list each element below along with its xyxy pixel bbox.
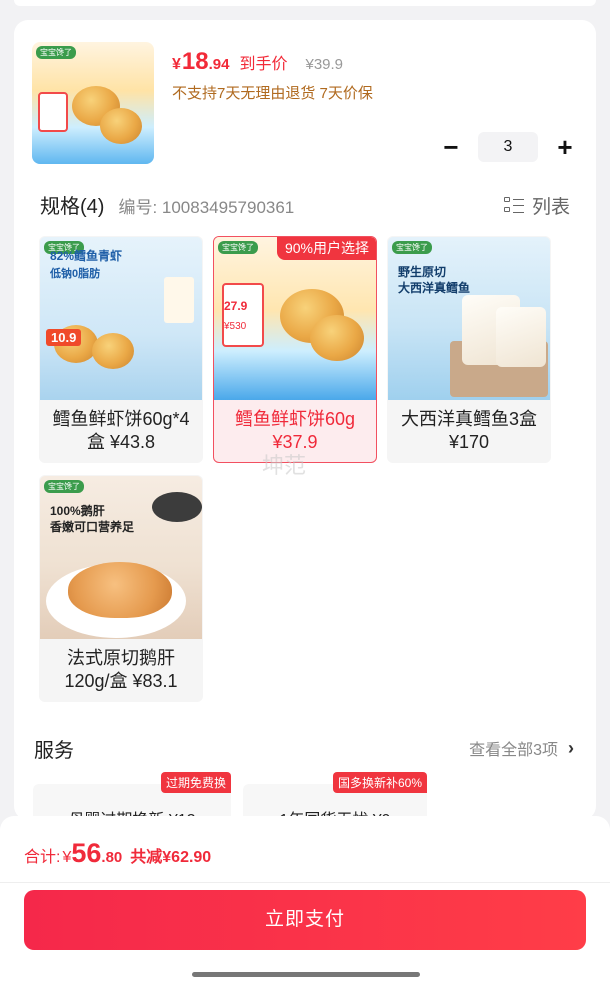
option-label: 大西洋真鳕鱼3盒 ¥170 [400, 409, 537, 452]
list-label: 列表 [531, 197, 570, 218]
sku-selector-card: 宝宝馋了 ¥18.94 到手价 ¥39.9 不支持7天无理由退货 7天价保 − … [14, 20, 596, 820]
final-price: ¥18.94 [172, 48, 230, 75]
spec-title: 规格(4) [40, 196, 105, 218]
home-indicator[interactable] [192, 972, 420, 977]
return-policy: 不支持7天无理由退货 7天价保 [172, 85, 373, 102]
divider [0, 882, 610, 883]
service-option-domestic-warranty[interactable]: 国多换新补60% 1年国货无忧 ¥9 [243, 772, 427, 820]
popular-badge: 90%用户选择 [276, 237, 376, 260]
list-icon [503, 196, 524, 216]
total-saved: 共减¥62.90 [130, 849, 212, 866]
pay-now-button[interactable]: 立即支付 [24, 890, 586, 950]
original-price: ¥39.9 [305, 56, 344, 73]
quantity-stepper: − 3 + [438, 132, 578, 162]
spec-header: 规格(4) 编号: 10083495790361 [40, 190, 294, 219]
decrease-button[interactable]: − [438, 134, 464, 160]
list-view-toggle[interactable]: 列表 [503, 192, 570, 219]
spec-option-cod-shrimp-single[interactable]: 90%用户选择 宝宝馋了 27.9 ¥530 鳕鱼鲜虾饼60g ¥37.9 [213, 236, 377, 463]
option-label: 法式原切鹅肝120g/盒 ¥83.1 [64, 648, 178, 691]
brand-chip: 宝宝馋了 [36, 46, 76, 59]
service-badge: 过期免费换 [160, 772, 231, 793]
spec-option-cod-shrimp-4box[interactable]: 宝宝馋了 82%鳕鱼青虾 低钠0脂肪 10.9 鳕鱼鲜虾饼60g*4盒 ¥43.… [39, 236, 203, 463]
view-all-services[interactable]: 查看全部3项 › [469, 736, 574, 760]
chevron-right-icon: › [568, 737, 574, 758]
service-badge: 国多换新补60% [332, 772, 427, 793]
checkout-bar: 合计: ¥ 56 .80 共减¥62.90 立即支付 [0, 816, 610, 992]
total-label: 合计: [24, 849, 61, 866]
product-thumbnail: 宝宝馋了 [32, 42, 154, 164]
product-code: 编号: 10083495790361 [118, 198, 295, 217]
spec-option-atlantic-cod[interactable]: 宝宝馋了 野生原切 大西洋真鳕鱼 大西洋真鳕鱼3盒 ¥170 [387, 236, 551, 463]
services-title: 服务 [34, 740, 74, 762]
service-option-expiry-renew[interactable]: 过期免费换 母婴过期换新 ¥12 [33, 772, 231, 820]
previous-card-edge [14, 0, 596, 6]
option-image: 宝宝馋了 100%鹅肝 香嫩可口营养足 [40, 476, 202, 639]
total-amount: 56 [71, 838, 102, 868]
final-price-tag: 到手价 [239, 56, 288, 73]
spec-option-foie-gras[interactable]: 宝宝馋了 100%鹅肝 香嫩可口营养足 法式原切鹅肝120g/盒 ¥83.1 [39, 475, 203, 702]
view-all-label: 查看全部3项 [469, 742, 558, 759]
price-line: ¥18.94 到手价 ¥39.9 [172, 48, 343, 76]
option-image: 宝宝馋了 27.9 ¥530 [214, 237, 376, 400]
option-image: 宝宝馋了 野生原切 大西洋真鳕鱼 [388, 237, 550, 400]
watermark: 坤范 [262, 453, 307, 478]
option-label: 鳕鱼鲜虾饼60g*4盒 ¥43.8 [52, 409, 190, 452]
option-image: 宝宝馋了 82%鳕鱼青虾 低钠0脂肪 10.9 [40, 237, 202, 400]
order-total: 合计: ¥ 56 .80 共减¥62.90 [24, 838, 212, 868]
increase-button[interactable]: + [552, 134, 578, 160]
quantity-input[interactable]: 3 [478, 132, 538, 162]
